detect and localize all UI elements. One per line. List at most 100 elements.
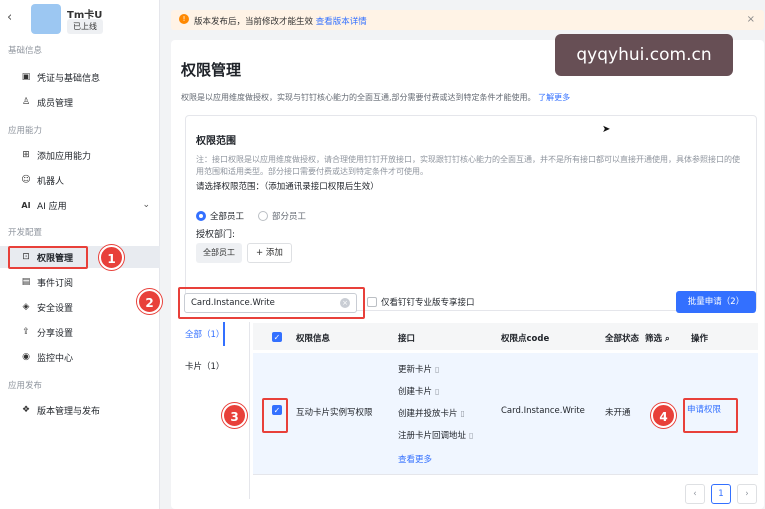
banner-message: 版本发布后，当前修改才能生效 <box>194 17 314 27</box>
sidebar-item-versions[interactable]: ❖ 版本管理与发布 <box>0 399 160 421</box>
api-name: 创建卡片 <box>398 387 433 397</box>
banner-text: 版本发布后，当前修改才能生效 查看版本详情 <box>194 15 367 27</box>
share-icon: ⇪ <box>22 327 30 337</box>
sidebar-item-monitor[interactable]: ◉ 监控中心 <box>0 346 160 368</box>
status-filter-label: 筛选 <box>645 334 663 344</box>
header-api: 接口 <box>398 334 416 344</box>
api-name: 更新卡片 <box>398 365 433 375</box>
scope-choose-label: 请选择权限范围：（添加通讯录接口权限后生效） <box>196 182 379 192</box>
back-icon[interactable]: ‹ <box>7 10 12 25</box>
app-header: ‹ Tm卡U 已上线 <box>0 0 160 38</box>
version-icon: ❖ <box>21 405 31 415</box>
page-title: 权限管理 <box>181 61 242 79</box>
scope-note: 注：接口权限是以应用维度做授权，请合理使用钉钉开放接口，实现跟钉钉核心能力的全面… <box>196 155 740 176</box>
sidebar-item-label: 监控中心 <box>37 353 74 364</box>
document-icon: ▣ <box>21 72 31 82</box>
pagination: ‹ 1 › <box>685 484 757 504</box>
main-panel: 权限管理 权限是以应用维度做授权，实现与钉钉核心能力的全面互通,部分需要付费或达… <box>171 40 764 509</box>
permission-name: 互动卡片实例写权限 <box>296 408 373 418</box>
robot-icon: ☺ <box>21 175 31 185</box>
sidebar-item-label: 事件订阅 <box>37 278 74 289</box>
radio-all-staff[interactable] <box>196 211 206 221</box>
cursor-icon: ➤ <box>602 124 611 135</box>
view-more-link[interactable]: 查看更多 <box>398 453 432 465</box>
dept-tag: 全部员工 <box>196 243 242 263</box>
page-1-button[interactable]: 1 <box>711 484 731 504</box>
sidebar-item-label: 凭证与基础信息 <box>37 73 101 84</box>
radio-option-partial: 部分员工 <box>258 210 306 222</box>
radio-partial-staff[interactable] <box>258 211 269 221</box>
sidebar-item-security[interactable]: ◈ 安全设置 <box>0 296 160 318</box>
sidebar-item-share[interactable]: ⇪ 分享设置 <box>0 321 160 343</box>
monitor-icon: ◉ <box>22 352 30 362</box>
radio-label-partial-staff: 部分员工 <box>272 212 307 222</box>
only-pro-label: 仅看钉钉专业版专享接口 <box>381 298 475 308</box>
header-status: 全部状态 <box>605 334 640 344</box>
select-all-checkbox[interactable]: ✓ <box>272 332 282 342</box>
sidebar-item-members[interactable]: ♙ 成员管理 <box>0 91 160 113</box>
next-page-button[interactable]: › <box>737 484 757 504</box>
api-name: 创建并投放卡片 <box>398 409 458 419</box>
site-watermark: qyqyhui.com.cn <box>555 34 733 76</box>
sidebar-item-label: 分享设置 <box>37 328 74 339</box>
only-pro-filter[interactable]: 仅看钉钉专业版专享接口 <box>367 296 475 308</box>
tab-card[interactable]: 卡片（1） <box>185 360 224 372</box>
status-filter[interactable]: 筛选 ⌕ <box>645 332 670 344</box>
sidebar-item-label: 安全设置 <box>37 303 74 314</box>
permission-scope-card: 权限范围 注：接口权限是以应用维度做授权，请合理使用钉钉开放接口，实现跟钉钉核心… <box>185 115 757 311</box>
callout-highlight-2 <box>178 287 365 319</box>
sidebar-item-label: 机器人 <box>37 176 65 187</box>
learn-more-link[interactable]: 了解更多 <box>538 93 570 102</box>
sidebar-item-ai-app[interactable]: AI AI 应用 ⌄ <box>0 194 160 216</box>
bulk-apply-button[interactable]: 批量申请（2） <box>676 291 756 313</box>
tab-all[interactable]: 全部（1） <box>185 322 226 346</box>
header-action: 操作 <box>691 334 709 344</box>
sidebar-item-credentials[interactable]: ▣ 凭证与基础信息 <box>0 66 160 88</box>
notice-banner: ! 版本发布后，当前修改才能生效 查看版本详情 × <box>171 10 764 30</box>
app-logo <box>31 4 61 34</box>
header-code: 权限点code <box>501 334 550 344</box>
group-title-dev-config: 开发配置 <box>8 228 43 238</box>
grid-add-icon: ⊞ <box>22 150 30 160</box>
doc-icon: ▯ <box>435 365 440 374</box>
callout-marker-2: 2 <box>137 289 162 314</box>
scope-radio-group: 全部员工 部分员工 <box>196 210 306 222</box>
callout-highlight-3 <box>262 398 288 433</box>
sidebar-item-add-capability[interactable]: ⊞ 添加应用能力 <box>0 144 160 166</box>
ai-icon: AI <box>21 200 31 210</box>
callout-highlight-4 <box>683 398 738 433</box>
sidebar-item-label: 添加应用能力 <box>37 151 92 162</box>
api-link[interactable]: 注册卡片回调地址 ▯ <box>398 429 473 441</box>
radio-label-all-staff: 全部员工 <box>210 212 245 222</box>
page-description: 权限是以应用维度做授权，实现与钉钉核心能力的全面互通,部分需要付费或达到特定条件… <box>181 92 570 103</box>
banner-link[interactable]: 查看版本详情 <box>316 17 367 27</box>
only-pro-checkbox[interactable] <box>367 297 377 307</box>
close-icon[interactable]: × <box>747 14 755 25</box>
api-link[interactable]: 创建并投放卡片 ▯ <box>398 407 465 419</box>
permission-status: 未开通 <box>605 408 631 418</box>
shield-icon: ◈ <box>22 302 30 312</box>
warning-icon: ! <box>179 14 189 24</box>
doc-icon: ▯ <box>460 409 465 418</box>
api-link[interactable]: 创建卡片 ▯ <box>398 385 439 397</box>
table-header: ✓ 权限信息 接口 权限点code 全部状态 筛选 ⌕ 操作 <box>253 323 758 350</box>
doc-icon: ▯ <box>469 431 474 440</box>
header-info: 权限信息 <box>296 334 331 344</box>
callout-marker-4: 4 <box>651 403 676 428</box>
app-status-badge: 已上线 <box>67 19 103 34</box>
sidebar-item-label: 版本管理与发布 <box>37 406 101 417</box>
scope-title: 权限范围 <box>196 136 236 147</box>
callout-highlight-1 <box>8 246 88 269</box>
group-title-basic: 基础信息 <box>8 46 43 56</box>
prev-page-button[interactable]: ‹ <box>685 484 705 504</box>
add-dept-button[interactable]: + 添加 <box>247 243 292 263</box>
page-description-text: 权限是以应用维度做授权，实现与钉钉核心能力的全面互通,部分需要付费或达到特定条件… <box>181 93 536 102</box>
chevron-down-icon[interactable]: ⌄ <box>142 200 150 210</box>
group-title-release: 应用发布 <box>8 381 43 391</box>
api-link[interactable]: 更新卡片 ▯ <box>398 363 439 375</box>
api-name: 注册卡片回调地址 <box>398 431 467 441</box>
search-icon: ⌕ <box>664 334 670 344</box>
sidebar-item-robot[interactable]: ☺ 机器人 <box>0 169 160 191</box>
sidebar-item-events[interactable]: ▤ 事件订阅 <box>0 271 160 293</box>
sidebar-item-label: 成员管理 <box>37 98 74 109</box>
